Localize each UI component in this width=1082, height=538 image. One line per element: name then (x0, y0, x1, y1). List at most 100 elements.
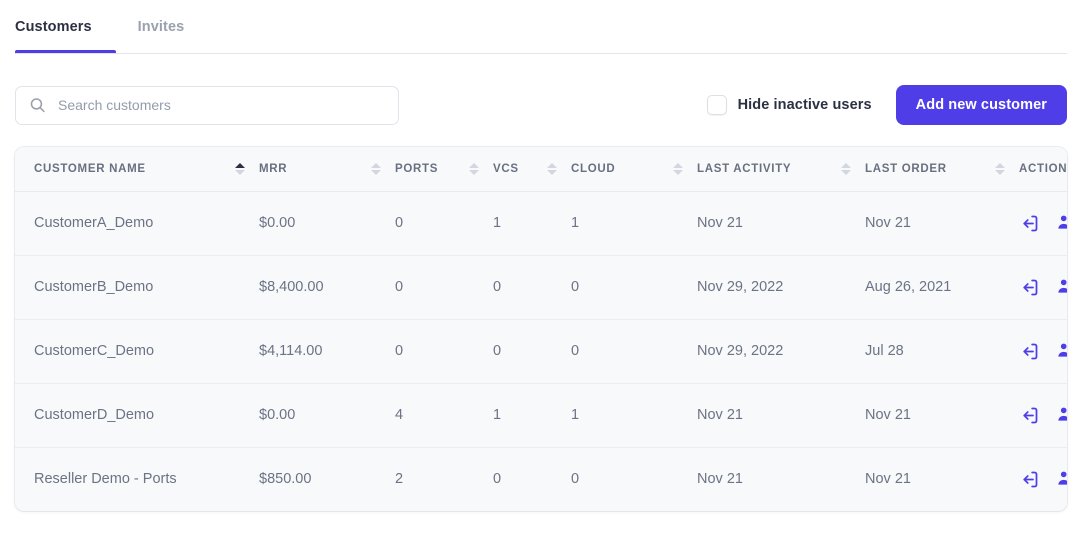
chevron-down-icon (672, 169, 683, 175)
cell-ports: 0 (395, 191, 493, 256)
hide-inactive-users-label: Hide inactive users (737, 97, 872, 113)
cell-vcs: 0 (493, 255, 571, 320)
cell-customer-name: Reseller Demo - Ports (15, 447, 259, 511)
cell-last-activity: Nov 21 (697, 383, 865, 448)
login-icon[interactable] (1019, 340, 1040, 362)
column-header-vcs-label: VCS (493, 162, 519, 175)
column-header-action: ACTION (1019, 147, 1067, 192)
search-field (15, 85, 399, 125)
cell-action (1019, 383, 1067, 448)
cell-last-order: Nov 21 (865, 191, 1019, 256)
cell-vcs: 0 (493, 447, 571, 511)
cell-mrr: $850.00 (259, 447, 395, 511)
chevron-down-icon (234, 169, 245, 175)
chevron-down-icon (994, 169, 1005, 175)
users-icon[interactable] (1056, 340, 1067, 362)
tab-customers[interactable]: Customers (15, 0, 116, 53)
login-icon[interactable] (1019, 276, 1040, 298)
cell-mrr: $8,400.00 (259, 255, 395, 320)
sort-toggle-ports[interactable] (468, 162, 479, 175)
cell-last-activity: Nov 21 (697, 447, 865, 511)
column-header-ports[interactable]: PORTS (395, 147, 493, 192)
column-header-vcs[interactable]: VCS (493, 147, 571, 192)
customers-page: Customers Invites Hide inactive users Ad… (0, 0, 1082, 538)
login-icon[interactable] (1019, 212, 1040, 234)
cell-action (1019, 255, 1067, 320)
hide-inactive-users-checkbox[interactable] (706, 95, 727, 115)
users-icon[interactable] (1056, 276, 1067, 298)
toolbar-actions: Hide inactive users Add new customer (706, 85, 1067, 125)
chevron-down-icon (370, 169, 381, 175)
chevron-down-icon (546, 169, 557, 175)
cell-customer-name: CustomerA_Demo (15, 191, 259, 256)
toolbar: Hide inactive users Add new customer (0, 54, 1082, 128)
cell-vcs: 0 (493, 319, 571, 384)
add-new-customer-button[interactable]: Add new customer (895, 85, 1067, 125)
sort-toggle-vcs[interactable] (546, 162, 557, 175)
chevron-up-icon (546, 162, 557, 168)
hide-inactive-users-toggle[interactable]: Hide inactive users (706, 95, 872, 115)
tab-bar: Customers Invites (0, 0, 1082, 54)
cell-customer-name: CustomerB_Demo (15, 255, 259, 320)
cell-cloud: 1 (571, 191, 697, 256)
cell-mrr: $0.00 (259, 191, 395, 256)
sort-toggle-customer-name[interactable] (234, 162, 245, 175)
cell-ports: 4 (395, 383, 493, 448)
tab-customers-label: Customers (15, 18, 92, 35)
column-header-mrr[interactable]: MRR (259, 147, 395, 192)
login-icon[interactable] (1019, 404, 1040, 426)
table-row[interactable]: CustomerA_Demo $0.00 0 1 1 Nov 21 Nov 21 (15, 191, 1067, 256)
sort-toggle-mrr[interactable] (370, 162, 381, 175)
cell-action (1019, 447, 1067, 511)
users-icon[interactable] (1056, 212, 1067, 234)
chevron-up-icon (994, 162, 1005, 168)
column-header-cloud[interactable]: CLOUD (571, 147, 697, 192)
users-icon[interactable] (1056, 404, 1067, 426)
column-header-customer-name[interactable]: CUSTOMER NAME (15, 147, 259, 192)
column-header-ports-label: PORTS (395, 162, 439, 175)
table-row[interactable]: CustomerB_Demo $8,400.00 0 0 0 Nov 29, 2022 Au… (15, 255, 1067, 320)
chevron-up-icon (370, 162, 381, 168)
search-input[interactable] (15, 85, 399, 125)
cell-cloud: 0 (571, 319, 697, 384)
cell-customer-name: CustomerD_Demo (15, 383, 259, 448)
cell-customer-name: CustomerC_Demo (15, 319, 259, 384)
column-header-last-activity-label: LAST ACTIVITY (697, 162, 792, 175)
chevron-up-icon (234, 162, 245, 168)
sort-toggle-last-order[interactable] (994, 162, 1005, 175)
sort-toggle-last-activity[interactable] (840, 162, 851, 175)
cell-last-activity: Nov 29, 2022 (697, 255, 865, 320)
table-row[interactable]: Reseller Demo - Ports $850.00 2 0 0 Nov 21 Nov… (15, 447, 1067, 511)
cell-last-order: Jul 28 (865, 319, 1019, 384)
table-body: CustomerA_Demo $0.00 0 1 1 Nov 21 Nov 21 Custom… (15, 191, 1067, 511)
cell-ports: 0 (395, 255, 493, 320)
row-actions (1019, 404, 1067, 426)
customers-table-card: CUSTOMER NAME MRR PORTS VCS CLOUD LAST A… (15, 147, 1067, 511)
sort-toggle-cloud[interactable] (672, 162, 683, 175)
column-header-mrr-label: MRR (259, 162, 288, 175)
cell-ports: 2 (395, 447, 493, 511)
tab-invites[interactable]: Invites (116, 0, 207, 53)
chevron-up-icon (468, 162, 479, 168)
customers-table: CUSTOMER NAME MRR PORTS VCS CLOUD LAST A… (15, 147, 1067, 511)
table-header: CUSTOMER NAME MRR PORTS VCS CLOUD LAST A… (15, 147, 1067, 192)
column-header-last-order[interactable]: LAST ORDER (865, 147, 1019, 192)
table-row[interactable]: CustomerD_Demo $0.00 4 1 1 Nov 21 Nov 21 (15, 383, 1067, 448)
login-icon[interactable] (1019, 468, 1040, 490)
cell-last-activity: Nov 29, 2022 (697, 319, 865, 384)
chevron-up-icon (672, 162, 683, 168)
cell-mrr: $4,114.00 (259, 319, 395, 384)
cell-ports: 0 (395, 319, 493, 384)
table-header-row: CUSTOMER NAME MRR PORTS VCS CLOUD LAST A… (15, 147, 1067, 192)
cell-action (1019, 191, 1067, 256)
cell-vcs: 1 (493, 383, 571, 448)
cell-cloud: 1 (571, 383, 697, 448)
row-actions (1019, 340, 1067, 362)
column-header-last-activity[interactable]: LAST ACTIVITY (697, 147, 865, 192)
table-row[interactable]: CustomerC_Demo $4,114.00 0 0 0 Nov 29, 2022 Ju… (15, 319, 1067, 384)
cell-last-order: Nov 21 (865, 447, 1019, 511)
cell-mrr: $0.00 (259, 383, 395, 448)
row-actions (1019, 468, 1067, 490)
tab-invites-label: Invites (137, 18, 185, 35)
users-icon[interactable] (1056, 468, 1067, 490)
